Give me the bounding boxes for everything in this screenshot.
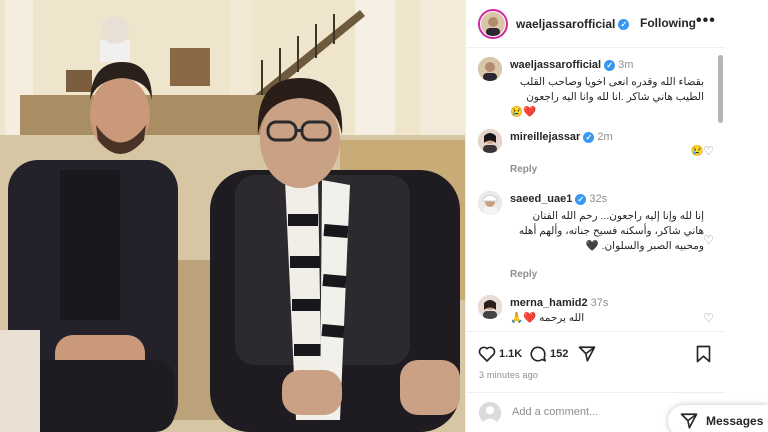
comment-username[interactable]: waeljassarofficial ✓ 3m bbox=[510, 59, 633, 71]
comment-emoji: 😢❤️ bbox=[510, 106, 537, 118]
comment-username-text[interactable]: mireillejassar bbox=[510, 131, 580, 143]
add-comment-input[interactable] bbox=[512, 406, 662, 418]
messages-label: Messages bbox=[706, 414, 764, 428]
commenter-avatar[interactable] bbox=[478, 191, 502, 215]
following-button[interactable]: Following bbox=[640, 16, 696, 30]
post-photo[interactable] bbox=[0, 0, 465, 432]
messages-icon bbox=[680, 413, 698, 429]
comment-icon bbox=[530, 346, 546, 362]
like-count: 1.1K bbox=[499, 347, 523, 360]
comment-time: 37s bbox=[590, 297, 609, 309]
author-avatar[interactable] bbox=[478, 9, 508, 39]
post-header: waeljassarofficial ✓ Following ••• bbox=[466, 0, 726, 48]
current-user-avatar bbox=[479, 402, 501, 424]
action-bar: 1.1K 152 3 minutes ago bbox=[466, 331, 726, 391]
post-panel: waeljassarofficial ✓ Following ••• waelja… bbox=[465, 0, 726, 432]
bookmark-icon bbox=[696, 345, 711, 363]
commenter-avatar[interactable] bbox=[478, 57, 502, 81]
comment-emoji: 😢 bbox=[690, 145, 704, 157]
comment-button[interactable]: 152 bbox=[529, 345, 568, 363]
like-button[interactable]: 1.1K bbox=[478, 345, 522, 362]
comment-body: الله يرحمه bbox=[539, 312, 585, 324]
comment-username-text[interactable]: waeljassarofficial bbox=[510, 59, 601, 71]
comment-emoji: 🙏❤️ bbox=[510, 312, 537, 324]
comment-time: 2m bbox=[597, 131, 613, 143]
comment-username-text[interactable]: saeed_uae1 bbox=[510, 193, 572, 205]
comment-username[interactable]: merna_hamid2 37s bbox=[510, 297, 608, 309]
author-username-text[interactable]: waeljassarofficial bbox=[516, 17, 615, 31]
reply-link[interactable]: Reply bbox=[510, 269, 537, 280]
reply-link[interactable]: Reply bbox=[510, 164, 537, 175]
comment-item: waeljassarofficial ✓ 3m بقضاء الله وقدره ا… bbox=[478, 57, 714, 119]
save-button[interactable] bbox=[696, 345, 711, 363]
page-gutter bbox=[725, 0, 768, 432]
comment-username-text[interactable]: merna_hamid2 bbox=[510, 297, 588, 309]
messages-button[interactable]: Messages bbox=[668, 405, 768, 432]
comment-time: 32s bbox=[589, 193, 608, 205]
comment-text: 🙏❤️ الله يرحمه bbox=[510, 311, 584, 326]
comment-username[interactable]: saeed_uae1 ✓ 32s bbox=[510, 193, 607, 205]
comment-text: بقضاء الله وقدره انعى اخويا وصاحب القلب … bbox=[510, 75, 704, 105]
verified-icon: ✓ bbox=[583, 131, 595, 143]
comment-item: saeed_uae1 ✓ 32s إنا لله وإنا إليه راجعون.… bbox=[478, 191, 714, 283]
verified-icon: ✓ bbox=[604, 59, 616, 71]
commenter-avatar[interactable] bbox=[478, 295, 502, 319]
comments-list[interactable]: waeljassarofficial ✓ 3m بقضاء الله وقدره ا… bbox=[466, 49, 718, 330]
post-time-ago: 3 minutes ago bbox=[479, 370, 539, 380]
commenter-avatar[interactable] bbox=[478, 129, 502, 153]
heart-icon bbox=[478, 346, 496, 362]
photo-illustration bbox=[0, 0, 465, 432]
like-comment-heart-icon[interactable]: ♡ bbox=[703, 311, 714, 325]
share-button[interactable] bbox=[578, 345, 596, 363]
comment-count: 152 bbox=[550, 348, 569, 360]
comment-time: 3m bbox=[618, 59, 634, 71]
comment-body: إنا لله وإنا إليه راجعون... رحم الله الف… bbox=[518, 210, 704, 252]
comment-item: merna_hamid2 37s 🙏❤️ الله يرحمه ♡ bbox=[478, 295, 714, 330]
like-comment-heart-icon[interactable]: ♡ bbox=[703, 233, 714, 247]
comment-username[interactable]: mireillejassar ✓ 2m bbox=[510, 131, 613, 143]
verified-icon: ✓ bbox=[575, 193, 587, 205]
like-comment-heart-icon[interactable]: ♡ bbox=[703, 144, 714, 158]
comments-scrollbar[interactable] bbox=[718, 55, 723, 123]
comment-emoji: 🖤 bbox=[585, 240, 599, 252]
author-username[interactable]: waeljassarofficial ✓ bbox=[516, 17, 630, 31]
comment-text: إنا لله وإنا إليه راجعون... رحم الله الف… bbox=[510, 209, 704, 254]
share-icon bbox=[578, 346, 596, 362]
more-icon[interactable]: ••• bbox=[696, 12, 716, 30]
comment-item: mireillejassar ✓ 2m 😢 ♡ Reply bbox=[478, 129, 714, 179]
comment-body: بقضاء الله وقدره انعى اخويا وصاحب القلب … bbox=[519, 76, 704, 103]
verified-icon: ✓ bbox=[618, 19, 630, 31]
